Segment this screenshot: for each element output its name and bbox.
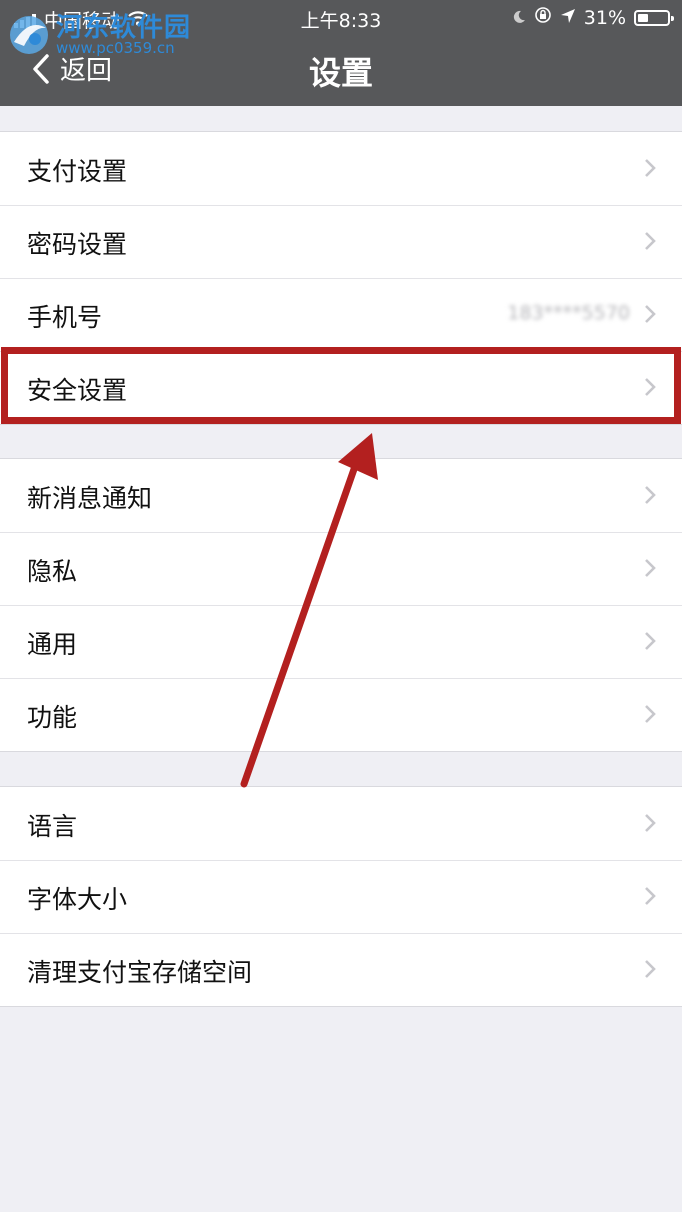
chevron-right-icon	[645, 305, 656, 323]
chevron-right-icon	[645, 960, 656, 978]
chevron-right-icon	[645, 159, 656, 177]
settings-item-label: 清理支付宝存储空间	[27, 958, 253, 987]
moon-icon	[512, 7, 526, 29]
phone-number-value: 183****5570	[507, 302, 630, 324]
nav-bar: 返回 设置	[0, 40, 682, 102]
chevron-right-icon	[645, 814, 656, 832]
settings-item-label: 功能	[27, 703, 78, 732]
settings-item-label: 支付设置	[27, 157, 128, 186]
watermark-title: 河东软件园	[56, 12, 192, 43]
chevron-right-icon	[645, 632, 656, 650]
settings-item-label: 新消息通知	[27, 484, 153, 513]
settings-item-language[interactable]: 语言	[0, 787, 682, 860]
settings-group-misc: 语言 字体大小 清理支付宝存储空间	[0, 786, 682, 1007]
battery-icon	[634, 9, 674, 26]
settings-item-notifications[interactable]: 新消息通知	[0, 459, 682, 532]
location-arrow-icon	[560, 7, 576, 29]
settings-item-features[interactable]: 功能	[0, 678, 682, 751]
settings-group-general: 新消息通知 隐私 通用 功能	[0, 458, 682, 752]
settings-group-account: 支付设置 密码设置 手机号 183****5570 安全设置	[0, 131, 682, 425]
battery-percent: 31%	[583, 6, 626, 29]
settings-item-label: 隐私	[27, 557, 78, 586]
chevron-right-icon	[645, 232, 656, 250]
chevron-right-icon	[645, 378, 656, 396]
page-title: 设置	[308, 54, 373, 92]
rotation-lock-icon	[534, 6, 552, 29]
settings-item-password[interactable]: 密码设置	[0, 205, 682, 278]
settings-item-security[interactable]: 安全设置	[0, 351, 682, 424]
chevron-right-icon	[645, 559, 656, 577]
settings-item-font-size[interactable]: 字体大小	[0, 860, 682, 933]
settings-item-label: 安全设置	[27, 376, 128, 405]
settings-item-label: 通用	[27, 630, 78, 659]
header: 中国移动 上午8:33 31% 河东软件园 www.pc0359.cn 返回 设…	[0, 0, 682, 106]
settings-item-phone[interactable]: 手机号 183****5570	[0, 278, 682, 351]
settings-item-payment[interactable]: 支付设置	[0, 132, 682, 205]
settings-item-general[interactable]: 通用	[0, 605, 682, 678]
settings-item-privacy[interactable]: 隐私	[0, 532, 682, 605]
chevron-right-icon	[645, 486, 656, 504]
chevron-right-icon	[645, 887, 656, 905]
chevron-right-icon	[645, 705, 656, 723]
settings-item-label: 密码设置	[27, 230, 128, 259]
settings-item-label: 手机号	[27, 303, 103, 332]
settings-item-label: 语言	[27, 812, 78, 841]
settings-item-clear-storage[interactable]: 清理支付宝存储空间	[0, 933, 682, 1006]
settings-item-label: 字体大小	[27, 885, 128, 914]
